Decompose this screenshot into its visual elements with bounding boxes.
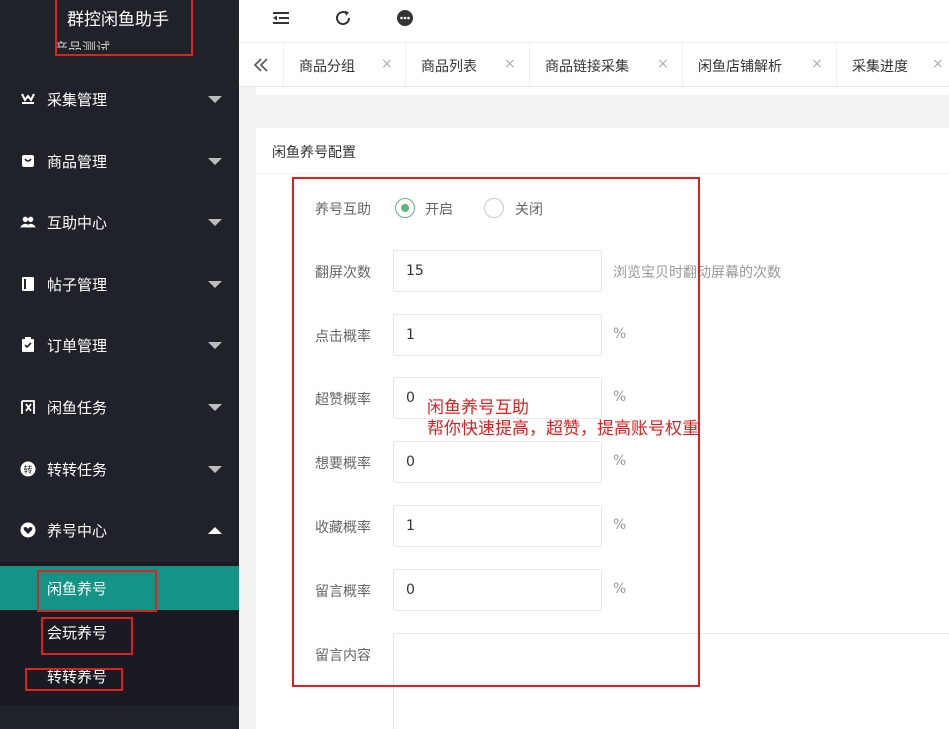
percent-unit: % — [613, 517, 627, 533]
favorite-rate-label: 收藏概率 — [315, 520, 371, 536]
menu-label: 商品管理 — [47, 152, 108, 171]
close-icon[interactable]: × — [381, 56, 393, 72]
percent-unit: % — [613, 389, 627, 405]
order-icon — [20, 337, 36, 353]
users-icon — [20, 214, 36, 230]
close-icon[interactable]: × — [657, 56, 669, 72]
goods-icon — [20, 153, 36, 169]
tab-label: 闲鱼店铺解析 — [698, 59, 782, 75]
scroll-count-label: 翻屏次数 — [315, 265, 371, 281]
click-rate-input[interactable]: 1 — [393, 314, 602, 356]
input-value: 15 — [406, 263, 424, 279]
input-value: 1 — [406, 518, 415, 534]
svg-text:转: 转 — [23, 464, 32, 476]
brand: 产品测试 群控闲鱼助手 — [0, 0, 239, 56]
menu-item-account-center[interactable]: 养号中心 — [0, 501, 239, 559]
highlight-box — [41, 617, 133, 655]
comment-content-textarea[interactable] — [393, 633, 949, 729]
chevron-down-icon — [208, 218, 222, 226]
annotation-line-2: 帮你快速提高，超赞，提高账号权重 — [427, 419, 699, 439]
menu-label: 帖子管理 — [47, 275, 108, 294]
collect-icon — [20, 91, 36, 107]
want-rate-label: 想要概率 — [315, 456, 371, 472]
top-header — [239, 0, 949, 42]
menu-item-posts[interactable]: 帖子管理 — [0, 255, 239, 313]
tab-goods-group[interactable]: 商品分组 × — [284, 43, 406, 87]
highlight-box — [37, 570, 157, 612]
percent-unit: % — [613, 453, 627, 469]
scroll-count-hint: 浏览宝贝时翻动屏幕的次数 — [613, 265, 781, 281]
menu-item-zhuan-task[interactable]: 转 转转任务 — [0, 440, 239, 498]
tab-label: 商品列表 — [421, 59, 477, 75]
tab-collect-progress[interactable]: 采集进度 × — [837, 43, 949, 87]
menu-item-goods[interactable]: 商品管理 — [0, 132, 239, 190]
app-title: 群控闲鱼助手 — [67, 10, 169, 30]
xianyu-icon — [20, 399, 36, 415]
fold-menu-icon[interactable] — [271, 8, 291, 28]
comment-rate-input[interactable]: 0 — [393, 569, 602, 611]
double-chevron-left-icon — [253, 58, 268, 72]
comment-content-label: 留言内容 — [315, 648, 371, 664]
chevron-down-icon — [208, 341, 222, 349]
card-header: 闲鱼养号配置 — [256, 128, 949, 174]
highlight-box — [25, 668, 123, 691]
zhuan-icon: 转 — [20, 461, 36, 477]
tab-goods-list[interactable]: 商品列表 × — [406, 43, 530, 87]
sidebar: 产品测试 群控闲鱼助手 采集管理 商品管理 互助中心 帖子管理 订单管理 闲鱼任… — [0, 0, 239, 729]
click-rate-label: 点击概率 — [315, 329, 371, 345]
percent-unit: % — [613, 326, 627, 342]
chevron-up-icon — [208, 526, 222, 534]
tab-label: 商品分组 — [299, 59, 355, 75]
menu-label: 互助中心 — [47, 213, 108, 232]
tab-scroll-left-button[interactable] — [239, 43, 284, 87]
radio-on-label[interactable]: 开启 — [425, 199, 453, 219]
content-strip — [256, 87, 949, 95]
scroll-count-input[interactable]: 15 — [393, 250, 602, 292]
menu-label: 订单管理 — [47, 336, 108, 355]
want-rate-input[interactable]: 0 — [393, 441, 602, 483]
menu-label: 闲鱼任务 — [47, 398, 108, 417]
chevron-down-icon — [208, 157, 222, 165]
menu-label: 养号中心 — [47, 521, 108, 540]
tab-label: 采集进度 — [852, 59, 908, 75]
tab-label: 商品链接采集 — [545, 59, 629, 75]
comment-rate-label: 留言概率 — [315, 584, 371, 600]
radio-off-label[interactable]: 关闭 — [515, 199, 543, 219]
close-icon[interactable]: × — [932, 56, 944, 72]
superlike-rate-label: 超赞概率 — [315, 392, 371, 408]
chevron-down-icon — [208, 465, 222, 473]
tab-link-collect[interactable]: 商品链接采集 × — [530, 43, 683, 87]
heart-icon — [20, 522, 36, 538]
chevron-down-icon — [208, 280, 222, 288]
menu-label: 采集管理 — [47, 90, 108, 109]
menu-item-mutual[interactable]: 互助中心 — [0, 193, 239, 251]
radio-mutual-off[interactable] — [484, 198, 504, 218]
input-value: 0 — [406, 454, 415, 470]
message-icon[interactable] — [395, 8, 415, 28]
chevron-down-icon — [208, 403, 222, 411]
input-value: 1 — [406, 327, 415, 343]
menu-item-xianyu-task[interactable]: 闲鱼任务 — [0, 378, 239, 436]
post-icon — [20, 276, 36, 292]
input-value: 0 — [406, 582, 415, 598]
brand-highlight: 群控闲鱼助手 — [55, 0, 193, 56]
input-value: 0 — [406, 390, 415, 406]
favorite-rate-input[interactable]: 1 — [393, 505, 602, 547]
menu-item-orders[interactable]: 订单管理 — [0, 316, 239, 374]
menu-item-collect[interactable]: 采集管理 — [0, 70, 239, 128]
percent-unit: % — [613, 581, 627, 597]
refresh-icon[interactable] — [333, 8, 353, 28]
sidebar-bottom — [0, 705, 239, 729]
mutual-label: 养号互助 — [315, 202, 371, 218]
menu-label: 转转任务 — [47, 460, 108, 479]
chevron-down-icon — [208, 95, 222, 103]
card-title: 闲鱼养号配置 — [272, 145, 356, 161]
tab-bar: 商品分组 × 商品列表 × 商品链接采集 × 闲鱼店铺解析 × 采集进度 × — [239, 42, 949, 87]
close-icon[interactable]: × — [504, 56, 516, 72]
close-icon[interactable]: × — [811, 56, 823, 72]
radio-mutual-on[interactable] — [395, 198, 415, 218]
tab-shop-parse[interactable]: 闲鱼店铺解析 × — [683, 43, 837, 87]
